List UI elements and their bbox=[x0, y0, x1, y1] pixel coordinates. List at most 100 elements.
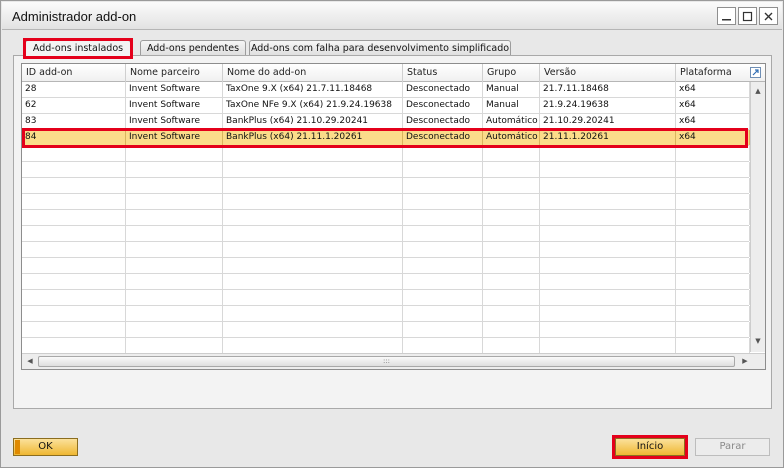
empty-cell bbox=[676, 178, 750, 193]
empty-cell bbox=[223, 306, 403, 321]
empty-table-row bbox=[22, 210, 750, 226]
empty-cell bbox=[403, 178, 483, 193]
close-button[interactable] bbox=[759, 7, 778, 25]
horizontal-scroll-thumb[interactable]: ::: bbox=[38, 356, 735, 367]
empty-cell bbox=[403, 306, 483, 321]
empty-cell bbox=[126, 210, 223, 225]
empty-table-row bbox=[22, 322, 750, 338]
empty-cell bbox=[483, 274, 540, 289]
empty-cell bbox=[483, 226, 540, 241]
cell-addon-name: TaxOne NFe 9.X (x64) 21.9.24.19638 bbox=[223, 98, 403, 113]
empty-cell bbox=[126, 242, 223, 257]
close-icon bbox=[764, 12, 773, 21]
empty-cell bbox=[223, 210, 403, 225]
tab-installed-addons[interactable]: Add-ons instalados bbox=[25, 40, 131, 58]
empty-cell bbox=[483, 306, 540, 321]
empty-cell bbox=[403, 226, 483, 241]
tab-label: Add-ons com falha para desenvolvimento s… bbox=[250, 43, 510, 54]
empty-cell bbox=[22, 162, 126, 177]
expand-icon[interactable] bbox=[750, 67, 761, 78]
button-accent bbox=[15, 440, 20, 454]
ok-button-label: OK bbox=[38, 441, 53, 452]
start-button-label: Início bbox=[636, 441, 664, 452]
cell-group: Automático bbox=[483, 114, 540, 129]
horizontal-scrollbar[interactable]: ◀ ::: ▶ bbox=[22, 353, 765, 369]
stop-button[interactable]: Parar bbox=[695, 438, 770, 456]
empty-cell bbox=[223, 146, 403, 161]
title-bar[interactable]: Administrador add-on bbox=[2, 2, 782, 30]
cell-partner-name: Invent Software bbox=[126, 130, 223, 145]
maximize-icon bbox=[742, 11, 753, 22]
empty-table-row bbox=[22, 146, 750, 162]
empty-table-row bbox=[22, 306, 750, 322]
ok-button[interactable]: OK bbox=[13, 438, 78, 456]
cell-addon-name: BankPlus (x64) 21.11.1.20261 bbox=[223, 130, 403, 145]
window-title: Administrador add-on bbox=[12, 9, 137, 24]
empty-cell bbox=[540, 162, 676, 177]
empty-cell bbox=[676, 162, 750, 177]
table-row[interactable]: 28 Invent Software TaxOne 9.X (x64) 21.7… bbox=[22, 82, 765, 98]
empty-cell bbox=[223, 194, 403, 209]
empty-table-row bbox=[22, 338, 750, 354]
empty-cell bbox=[403, 194, 483, 209]
empty-cell bbox=[483, 146, 540, 161]
empty-table-row bbox=[22, 162, 750, 178]
empty-cell bbox=[483, 194, 540, 209]
empty-cell bbox=[540, 226, 676, 241]
start-button[interactable]: Início bbox=[615, 438, 685, 456]
empty-cell bbox=[676, 146, 750, 161]
empty-cell bbox=[403, 290, 483, 305]
empty-cell bbox=[540, 194, 676, 209]
empty-cell bbox=[22, 306, 126, 321]
cell-group: Automático bbox=[483, 130, 540, 145]
column-header-addon-id[interactable]: ID add-on bbox=[22, 64, 126, 82]
cell-version: 21.11.1.20261 bbox=[540, 130, 676, 145]
scroll-up-icon[interactable]: ▲ bbox=[751, 84, 765, 98]
empty-cell bbox=[540, 274, 676, 289]
column-header-partner-name[interactable]: Nome parceiro bbox=[126, 64, 223, 82]
scroll-right-icon[interactable]: ▶ bbox=[738, 354, 752, 368]
empty-table-row bbox=[22, 194, 750, 210]
column-header-platform[interactable]: Plataforma bbox=[676, 64, 744, 82]
addon-manager-window: Administrador add-on Add-ons instalados … bbox=[0, 0, 784, 468]
maximize-button[interactable] bbox=[738, 7, 757, 25]
minimize-icon bbox=[722, 19, 731, 21]
empty-cell bbox=[483, 258, 540, 273]
empty-cell bbox=[540, 338, 676, 353]
cell-status: Desconectado bbox=[403, 98, 483, 113]
empty-cell bbox=[403, 210, 483, 225]
empty-cell bbox=[126, 322, 223, 337]
empty-cell bbox=[403, 274, 483, 289]
minimize-button[interactable] bbox=[717, 7, 736, 25]
cell-platform: x64 bbox=[676, 130, 750, 145]
empty-cell bbox=[223, 290, 403, 305]
empty-table-row bbox=[22, 290, 750, 306]
empty-cell bbox=[483, 210, 540, 225]
cell-addon-id: 62 bbox=[22, 98, 126, 113]
table-row[interactable]: 83 Invent Software BankPlus (x64) 21.10.… bbox=[22, 114, 765, 130]
column-header-group[interactable]: Grupo bbox=[483, 64, 540, 82]
empty-cell bbox=[676, 194, 750, 209]
cell-version: 21.10.29.20241 bbox=[540, 114, 676, 129]
vertical-scrollbar[interactable]: ▲ ▼ bbox=[750, 82, 765, 352]
column-header-status[interactable]: Status bbox=[403, 64, 483, 82]
empty-cell bbox=[540, 210, 676, 225]
column-header-addon-name[interactable]: Nome do add-on bbox=[223, 64, 403, 82]
table-row-selected[interactable]: 84 Invent Software BankPlus (x64) 21.11.… bbox=[22, 130, 765, 146]
scroll-down-icon[interactable]: ▼ bbox=[751, 334, 765, 348]
empty-cell bbox=[483, 322, 540, 337]
empty-cell bbox=[540, 242, 676, 257]
empty-cell bbox=[540, 290, 676, 305]
cell-addon-id: 83 bbox=[22, 114, 126, 129]
tab-label: Add-ons instalados bbox=[32, 43, 124, 54]
empty-cell bbox=[403, 322, 483, 337]
scroll-grip-icon: ::: bbox=[382, 357, 391, 365]
table-row[interactable]: 62 Invent Software TaxOne NFe 9.X (x64) … bbox=[22, 98, 765, 114]
empty-cell bbox=[403, 258, 483, 273]
empty-cell bbox=[223, 226, 403, 241]
scroll-left-icon[interactable]: ◀ bbox=[23, 354, 37, 368]
empty-cell bbox=[126, 258, 223, 273]
empty-cell bbox=[403, 162, 483, 177]
empty-cell bbox=[22, 226, 126, 241]
column-header-version[interactable]: Versão bbox=[540, 64, 676, 82]
